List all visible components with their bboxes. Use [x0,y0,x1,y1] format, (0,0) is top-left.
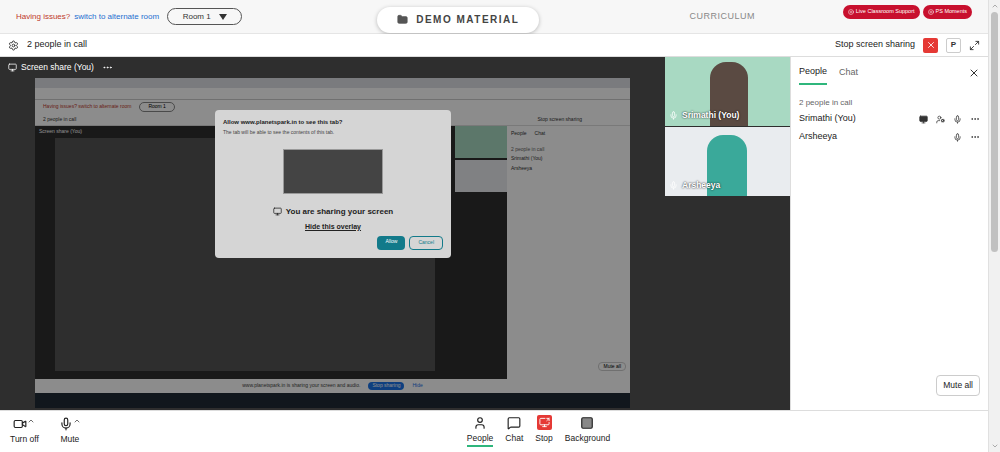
expand-icon[interactable] [969,40,980,51]
more-icon[interactable] [970,114,980,124]
mic-icon[interactable] [953,133,962,142]
panel-tab[interactable]: Chat [839,62,858,84]
gear-icon[interactable] [8,40,19,51]
header-red-button[interactable]: PS Moments [923,5,972,19]
folder-icon [397,14,408,25]
share-permission-dialog: Allow www.planetspark.in to see this tab… [215,110,451,258]
toolbar-button[interactable]: Turn off [10,417,39,446]
main-area: Screen share (You)Having issues? switch … [0,57,988,410]
stop-share-icon [537,415,552,430]
stage: Screen share (You)Having issues? switch … [0,57,790,410]
issue-text: Having issues? [16,11,70,23]
mic-icon [669,181,678,190]
toolbar-button[interactable]: Stop [535,415,553,448]
chevron-icon[interactable] [27,417,35,425]
plus-icon [848,9,854,15]
host-icon[interactable] [936,115,945,124]
participant-row: Arsheeya [799,129,980,145]
scroll-up-icon[interactable] [991,2,999,10]
people-icon [473,416,487,430]
mic-icon [59,417,73,431]
plus-icon [928,9,934,15]
dialog-text: The tab will be able to see the contents… [223,129,443,137]
dialog-preview [283,149,383,194]
mic-icon[interactable] [953,115,962,124]
toolbar-button[interactable]: Mute [59,417,81,446]
people-panel: People Chat 2 people in call Srimathi (You)… [790,57,988,410]
screen-icon [8,63,17,72]
dropdown-icon [219,14,227,20]
switch-room-link[interactable]: switch to alternate room [74,11,159,23]
material-tab[interactable]: DEMO MATERIAL [377,7,539,33]
sharing-icon [273,207,282,216]
room-select[interactable]: Room 1 [167,8,242,25]
video-name: Arsheeya [682,179,720,192]
chat-icon [507,416,521,430]
presenting-icon [919,115,928,124]
background-icon [580,416,594,430]
dialog-allow: Allow [377,236,405,250]
app: Having issues? switch to alternate room Ro… [0,0,1000,452]
material-tab[interactable]: CURRICULUM [689,10,755,24]
scrollbar[interactable] [988,0,1000,452]
screen-share-label: Screen share (You) [0,57,662,78]
video-name: Srimathi (You) [682,109,739,122]
bottom-toolbar: Turn off Mute People Chat Stop Background [0,410,988,452]
video-column: Srimathi (You) Arsheeya [665,57,790,410]
call-bar: 2 people in call Stop screen sharing P [0,34,988,57]
more-icon[interactable] [102,62,113,73]
presenter-badge[interactable]: P [946,38,961,53]
toolbar-button[interactable]: People [467,416,493,448]
video-icon [13,417,27,431]
close-icon [926,40,936,50]
scroll-thumb[interactable] [991,12,998,252]
participant-row: Srimathi (You) [799,111,980,127]
video-tile: Arsheeya [665,127,790,196]
panel-count: 2 people in call [799,97,980,109]
dialog-hide-overlay: Hide this overlay [223,222,443,233]
header-red-button[interactable]: Live Classroom Support [843,5,920,19]
stop-sharing-button[interactable] [923,38,938,53]
scroll-down-icon[interactable] [991,442,999,450]
more-icon[interactable] [970,132,980,142]
panel-tab[interactable]: People [799,61,827,85]
stop-sharing-label: Stop screen sharing [835,38,915,52]
close-icon[interactable] [968,67,980,79]
mic-icon [669,111,678,120]
chevron-icon[interactable] [73,417,81,425]
toolbar-button[interactable]: Chat [505,416,523,448]
screen-share-area: Screen share (You)Having issues? switch … [0,57,662,410]
video-tile: Srimathi (You) [665,57,790,126]
dialog-title: Allow www.planetspark.in to see this tab… [223,118,443,127]
dialog-sharing-text: You are sharing your screen [286,206,393,218]
shared-screen: Having issues? switch to alternate roomR… [35,78,630,408]
top-bar: Having issues? switch to alternate room Ro… [0,0,988,34]
dialog-cancel: Cancel [409,236,443,250]
mute-all-button[interactable]: Mute all [936,375,980,396]
toolbar-button[interactable]: Background [565,416,610,448]
people-count: 2 people in call [27,38,87,52]
